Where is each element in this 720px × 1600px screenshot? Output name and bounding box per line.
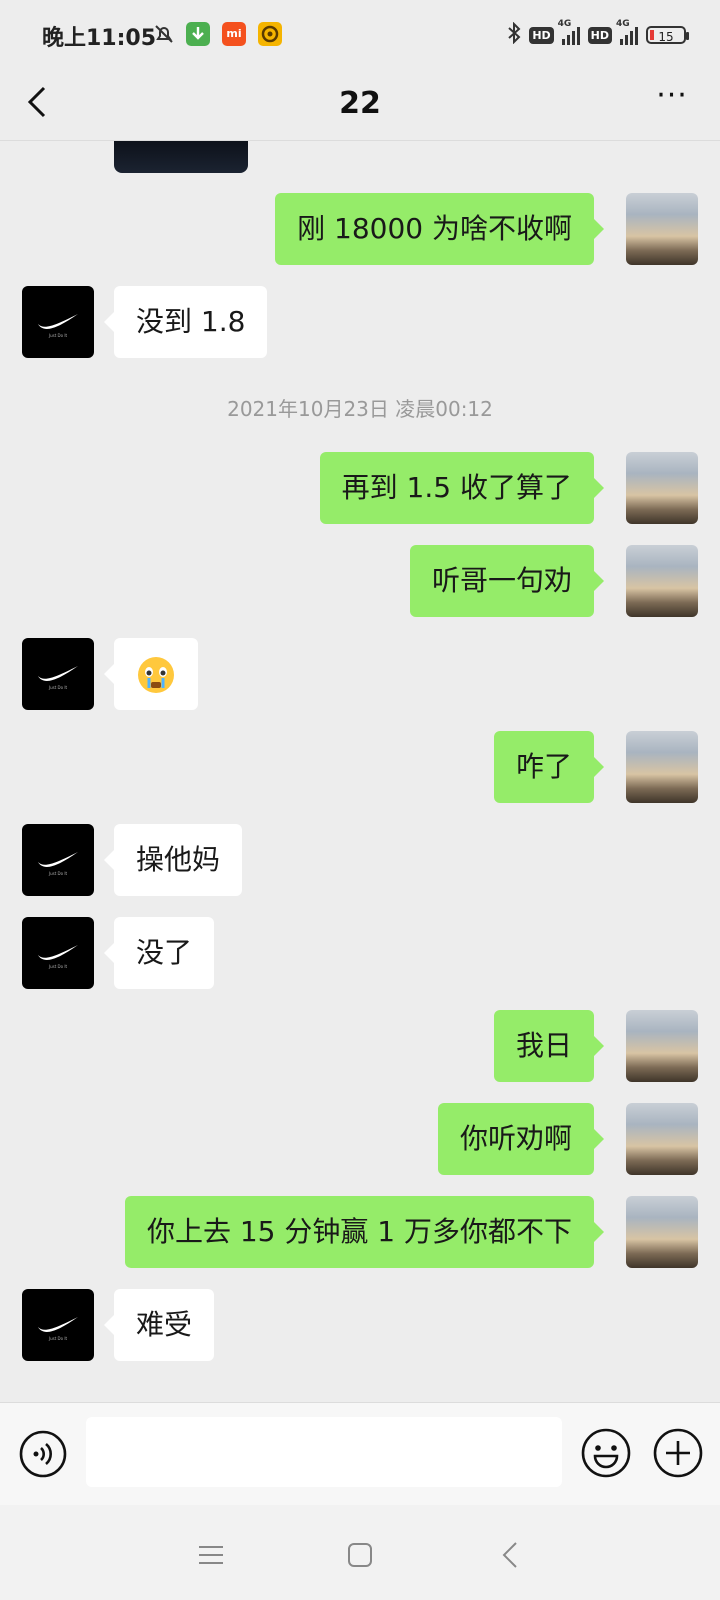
menu-button[interactable] xyxy=(191,1535,231,1575)
voice-button[interactable] xyxy=(18,1429,68,1479)
more-functions-button[interactable] xyxy=(652,1427,704,1479)
signal-icon: 4G xyxy=(558,19,580,45)
game-app-icon xyxy=(258,22,282,46)
nike-swoosh-avatar[interactable]: Just Do It xyxy=(22,638,94,710)
home-button[interactable] xyxy=(340,1535,380,1575)
input-bar xyxy=(0,1402,720,1505)
battery-level: 15 xyxy=(658,30,674,44)
mi-app-icon: mi xyxy=(222,22,246,46)
menu-icon xyxy=(199,1546,223,1564)
message-row: 听哥一句劝 xyxy=(0,545,720,617)
emoji-icon xyxy=(581,1428,631,1478)
message-bubble[interactable]: 没了 xyxy=(103,917,215,989)
bluetooth-icon xyxy=(507,21,521,48)
image-message-partial[interactable] xyxy=(114,141,248,173)
sunset-sky-avatar[interactable] xyxy=(626,193,698,265)
home-icon xyxy=(348,1543,372,1567)
message-row: 刚 18000 为啥不收啊 xyxy=(0,193,720,265)
svg-text:Just Do It: Just Do It xyxy=(48,333,68,338)
chat-title: 22 xyxy=(339,86,381,121)
sunset-sky-avatar[interactable] xyxy=(626,1010,698,1082)
message-bubble[interactable]: 难受 xyxy=(103,1289,215,1361)
status-time: 晚上11:05 xyxy=(42,26,157,51)
status-bar: 晚上11:05 mi HD 4G HD 4G 15 xyxy=(0,0,720,66)
emoji-button[interactable] xyxy=(580,1427,632,1479)
chat-header: 22 ··· xyxy=(0,66,720,141)
sunset-sky-avatar[interactable] xyxy=(626,1196,698,1268)
message-row: Just Do It 😭 xyxy=(0,638,720,710)
plus-icon xyxy=(653,1428,703,1478)
message-row: 我日 xyxy=(0,1010,720,1082)
emoji-message-bubble[interactable]: 😭 xyxy=(104,638,198,710)
signal-icon-2: 4G xyxy=(616,19,638,45)
message-row: Just Do It 难受 xyxy=(0,1289,720,1361)
back-icon xyxy=(502,1542,517,1568)
nike-swoosh-avatar[interactable]: Just Do It xyxy=(22,824,94,896)
message-list[interactable]: 刚 18000 为啥不收啊 Just Do It 没到 1.8 2021年10月… xyxy=(0,141,720,1401)
message-input[interactable] xyxy=(86,1417,562,1487)
sunset-sky-avatar[interactable] xyxy=(626,545,698,617)
nike-swoosh-avatar[interactable]: Just Do It xyxy=(22,1289,94,1361)
svg-text:Just Do It: Just Do It xyxy=(48,964,68,969)
message-row: Just Do It 没到 1.8 xyxy=(0,286,720,358)
more-dots-icon: ··· xyxy=(656,78,688,113)
message-row: 再到 1.5 收了算了 xyxy=(0,452,720,524)
message-bubble[interactable]: 操他妈 xyxy=(103,824,243,896)
message-bubble[interactable]: 你听劝啊 xyxy=(437,1103,605,1175)
message-row: 你上去 15 分钟赢 1 万多你都不下 xyxy=(0,1196,720,1268)
message-bubble[interactable]: 你上去 15 分钟赢 1 万多你都不下 xyxy=(124,1196,605,1268)
download-app-icon xyxy=(186,22,210,46)
sunset-sky-avatar[interactable] xyxy=(626,731,698,803)
hd-badge-2: HD xyxy=(587,26,612,44)
sunset-sky-avatar[interactable] xyxy=(626,1103,698,1175)
message-bubble[interactable]: 再到 1.5 收了算了 xyxy=(319,452,605,524)
message-row: 咋了 xyxy=(0,731,720,803)
hd-badge: HD xyxy=(529,26,554,44)
crying-face-icon xyxy=(138,657,174,693)
sunset-sky-avatar[interactable] xyxy=(626,452,698,524)
message-bubble[interactable]: 咋了 xyxy=(493,731,605,803)
svg-text:Just Do It: Just Do It xyxy=(48,1336,68,1341)
nike-swoosh-avatar[interactable]: Just Do It xyxy=(22,286,94,358)
message-bubble[interactable]: 听哥一句劝 xyxy=(409,545,605,617)
nike-swoosh-avatar[interactable]: Just Do It xyxy=(22,917,94,989)
more-button[interactable]: ··· xyxy=(652,81,692,122)
timestamp: 2021年10月23日 凌晨00:12 xyxy=(227,397,493,421)
message-row: Just Do It 操他妈 xyxy=(0,824,720,896)
svg-text:Just Do It: Just Do It xyxy=(48,685,68,690)
message-bubble[interactable]: 没到 1.8 xyxy=(103,286,268,358)
voice-icon xyxy=(19,1430,67,1478)
system-back-button[interactable] xyxy=(492,1535,532,1575)
mute-bell-icon xyxy=(152,22,176,46)
message-bubble[interactable]: 我日 xyxy=(493,1010,605,1082)
svg-text:Just Do It: Just Do It xyxy=(48,871,68,876)
message-bubble[interactable]: 刚 18000 为啥不收啊 xyxy=(275,193,604,265)
message-row: Just Do It 没了 xyxy=(0,917,720,989)
system-navigation-bar xyxy=(0,1505,720,1600)
battery-icon: 15 xyxy=(646,26,689,44)
message-row: 你听劝啊 xyxy=(0,1103,720,1175)
